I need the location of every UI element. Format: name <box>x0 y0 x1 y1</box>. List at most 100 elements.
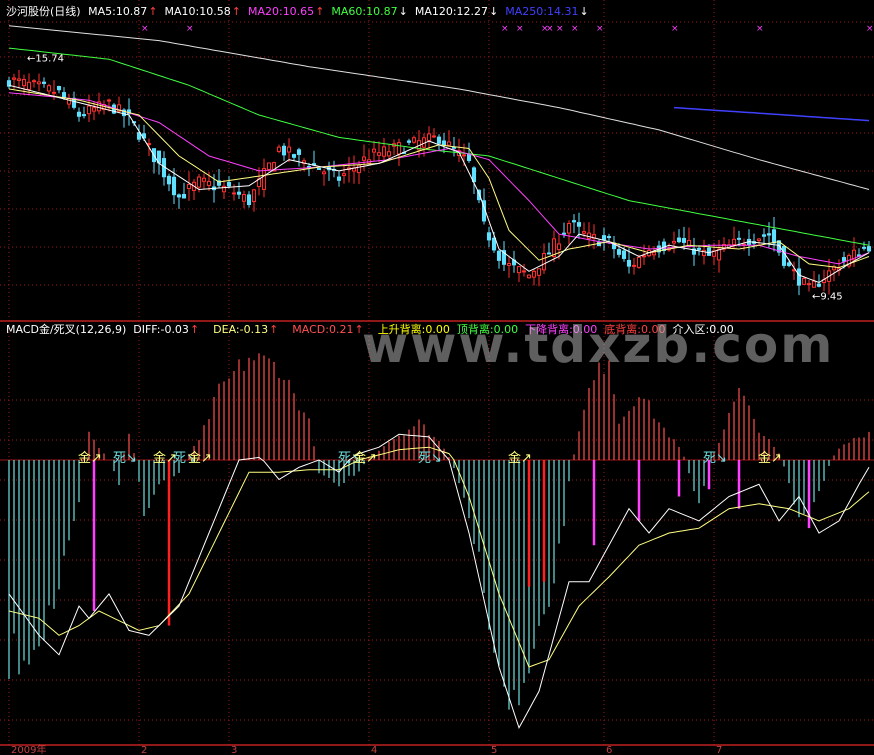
candle-body[interactable] <box>181 193 187 199</box>
candle-body[interactable] <box>651 251 657 256</box>
candle-body[interactable] <box>581 231 587 234</box>
candle-body[interactable] <box>171 176 177 196</box>
candle-body[interactable] <box>246 194 252 206</box>
candle-body[interactable] <box>321 171 327 175</box>
candle-body[interactable] <box>206 180 212 186</box>
candle-body[interactable] <box>186 183 192 189</box>
candle-body[interactable] <box>541 253 547 271</box>
candle-body[interactable] <box>506 263 512 266</box>
candle-body[interactable] <box>626 259 632 267</box>
candle-body[interactable] <box>771 229 777 244</box>
kline-chart-canvas[interactable]: ←15.74←9.45× × × × ×× × × × × × × 金↗ 死↘ 金↗死↘金↗ 死↘金↗ 死↘… <box>0 0 874 755</box>
candle-body[interactable] <box>291 154 297 158</box>
candle-body[interactable] <box>286 146 292 153</box>
candle-body[interactable] <box>196 176 202 188</box>
candle-body[interactable] <box>621 250 627 259</box>
candle-body[interactable] <box>336 176 342 181</box>
candle-body[interactable] <box>176 194 182 198</box>
candle-body[interactable] <box>571 220 577 223</box>
candle-body[interactable] <box>601 235 607 241</box>
candle-body[interactable] <box>226 181 232 187</box>
candle-body[interactable] <box>561 232 567 235</box>
candle-body[interactable] <box>636 256 642 268</box>
candle-body[interactable] <box>91 107 97 112</box>
candle-body[interactable] <box>451 146 457 149</box>
candle-body[interactable] <box>841 257 847 262</box>
candle-body[interactable] <box>756 238 762 242</box>
candle-body[interactable] <box>806 283 812 286</box>
candle-body[interactable] <box>396 142 402 155</box>
candle-body[interactable] <box>231 192 237 195</box>
candle-body[interactable] <box>706 247 712 256</box>
candle-body[interactable] <box>436 136 442 144</box>
candle-body[interactable] <box>386 151 392 157</box>
candle-body[interactable] <box>406 140 412 143</box>
candle-body[interactable] <box>236 191 242 195</box>
candle-body[interactable] <box>276 146 282 152</box>
candle-body[interactable] <box>426 133 432 141</box>
candle-body[interactable] <box>11 77 17 80</box>
candle-body[interactable] <box>106 99 112 102</box>
candle-body[interactable] <box>66 98 72 105</box>
candle-body[interactable] <box>201 177 207 182</box>
candle-body[interactable] <box>166 175 172 185</box>
candle-body[interactable] <box>341 173 347 176</box>
candle-body[interactable] <box>26 81 32 90</box>
candle-body[interactable] <box>526 274 532 279</box>
candle-body[interactable] <box>371 148 377 153</box>
candle-body[interactable] <box>521 270 527 273</box>
candle-body[interactable] <box>251 189 257 203</box>
candle-body[interactable] <box>146 143 152 146</box>
candle-body[interactable] <box>431 135 437 138</box>
candle-body[interactable] <box>61 92 67 99</box>
candle-body[interactable] <box>376 152 382 156</box>
candle-body[interactable] <box>316 167 322 171</box>
candle-body[interactable] <box>866 246 872 252</box>
candle-body[interactable] <box>241 194 247 202</box>
candle-body[interactable] <box>676 237 682 243</box>
candle-body[interactable] <box>671 240 677 244</box>
candle-body[interactable] <box>576 222 582 227</box>
candle-body[interactable] <box>786 262 792 266</box>
candle-body[interactable] <box>266 162 272 170</box>
candle-body[interactable] <box>356 164 362 174</box>
candle-body[interactable] <box>486 232 492 241</box>
candle-body[interactable] <box>781 245 787 266</box>
candle-body[interactable] <box>801 277 807 285</box>
candle-body[interactable] <box>51 91 57 94</box>
candle-body[interactable] <box>56 85 62 91</box>
candle-body[interactable] <box>761 234 767 237</box>
candle-body[interactable] <box>296 149 302 155</box>
candle-body[interactable] <box>46 85 52 92</box>
candle-body[interactable] <box>566 222 572 234</box>
candle-body[interactable] <box>536 268 542 276</box>
candle-body[interactable] <box>586 232 592 240</box>
candle-body[interactable] <box>731 238 737 246</box>
candle-body[interactable] <box>811 280 817 288</box>
candle-body[interactable] <box>411 137 417 143</box>
candle-body[interactable] <box>281 145 287 156</box>
candle-body[interactable] <box>606 236 612 239</box>
candle-body[interactable] <box>546 252 552 255</box>
candle-body[interactable] <box>496 250 502 261</box>
candle-body[interactable] <box>631 264 637 267</box>
candle-body[interactable] <box>36 81 42 85</box>
candle-body[interactable] <box>796 268 802 286</box>
candle-body[interactable] <box>76 111 82 117</box>
candle-body[interactable] <box>16 78 22 81</box>
candle-body[interactable] <box>86 105 92 115</box>
candle-body[interactable] <box>641 255 647 258</box>
candle-body[interactable] <box>491 237 497 251</box>
candle-body[interactable] <box>261 168 267 190</box>
candle-body[interactable] <box>716 248 722 261</box>
candle-body[interactable] <box>681 237 687 243</box>
candle-body[interactable] <box>696 247 702 250</box>
candle-body[interactable] <box>41 81 47 84</box>
candle-body[interactable] <box>766 233 772 236</box>
candle-body[interactable] <box>516 266 522 274</box>
candle-body[interactable] <box>21 78 27 87</box>
candle-body[interactable] <box>616 249 622 255</box>
candle-body[interactable] <box>361 156 367 161</box>
candle-body[interactable] <box>81 114 87 117</box>
candle-body[interactable] <box>446 141 452 146</box>
